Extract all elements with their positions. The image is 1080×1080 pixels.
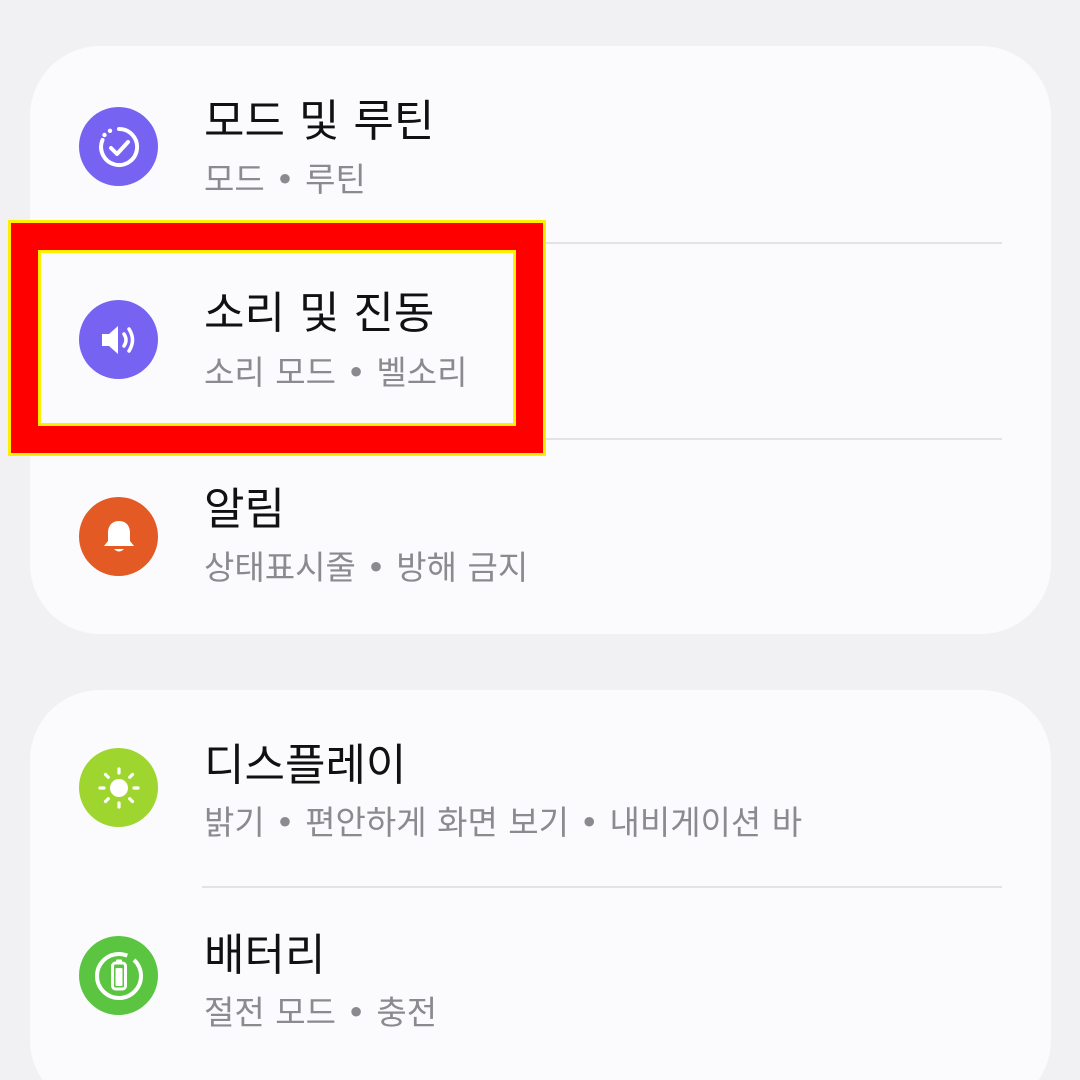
- settings-item-notifications[interactable]: 알림 상태표시줄 • 방해 금지: [30, 440, 1051, 636]
- settings-item-battery[interactable]: 배터리 절전 모드 • 충전: [30, 888, 1051, 1080]
- battery-icon: [79, 936, 158, 1015]
- item-title: 배터리: [204, 930, 326, 981]
- item-title: 알림: [204, 484, 285, 535]
- speaker-icon: [79, 300, 158, 379]
- item-title: 디스플레이: [204, 740, 407, 791]
- settings-item-modes-routines[interactable]: 모드 및 루틴 모드 • 루틴: [30, 46, 1051, 242]
- item-subtitle: 모드 • 루틴: [204, 160, 366, 199]
- modes-routines-icon: [79, 107, 158, 186]
- bell-icon: [79, 497, 158, 576]
- sun-icon: [79, 748, 158, 827]
- item-subtitle: 상태표시줄 • 방해 금지: [204, 548, 529, 587]
- settings-screen: 모드 및 루틴 모드 • 루틴 소리 및 진동 소리 모드 • 벨소리: [0, 0, 1080, 1080]
- item-subtitle: 소리 모드 • 벨소리: [204, 353, 468, 392]
- item-title: 모드 및 루틴: [204, 96, 435, 147]
- item-title: 소리 및 진동: [204, 288, 435, 339]
- item-subtitle: 절전 모드 • 충전: [204, 993, 438, 1032]
- item-subtitle: 밝기 • 편안하게 화면 보기 • 내비게이션 바: [204, 803, 803, 842]
- settings-item-display[interactable]: 디스플레이 밝기 • 편안하게 화면 보기 • 내비게이션 바: [30, 690, 1051, 886]
- settings-group-2: 디스플레이 밝기 • 편안하게 화면 보기 • 내비게이션 바 배터리 절전 모…: [30, 690, 1051, 1080]
